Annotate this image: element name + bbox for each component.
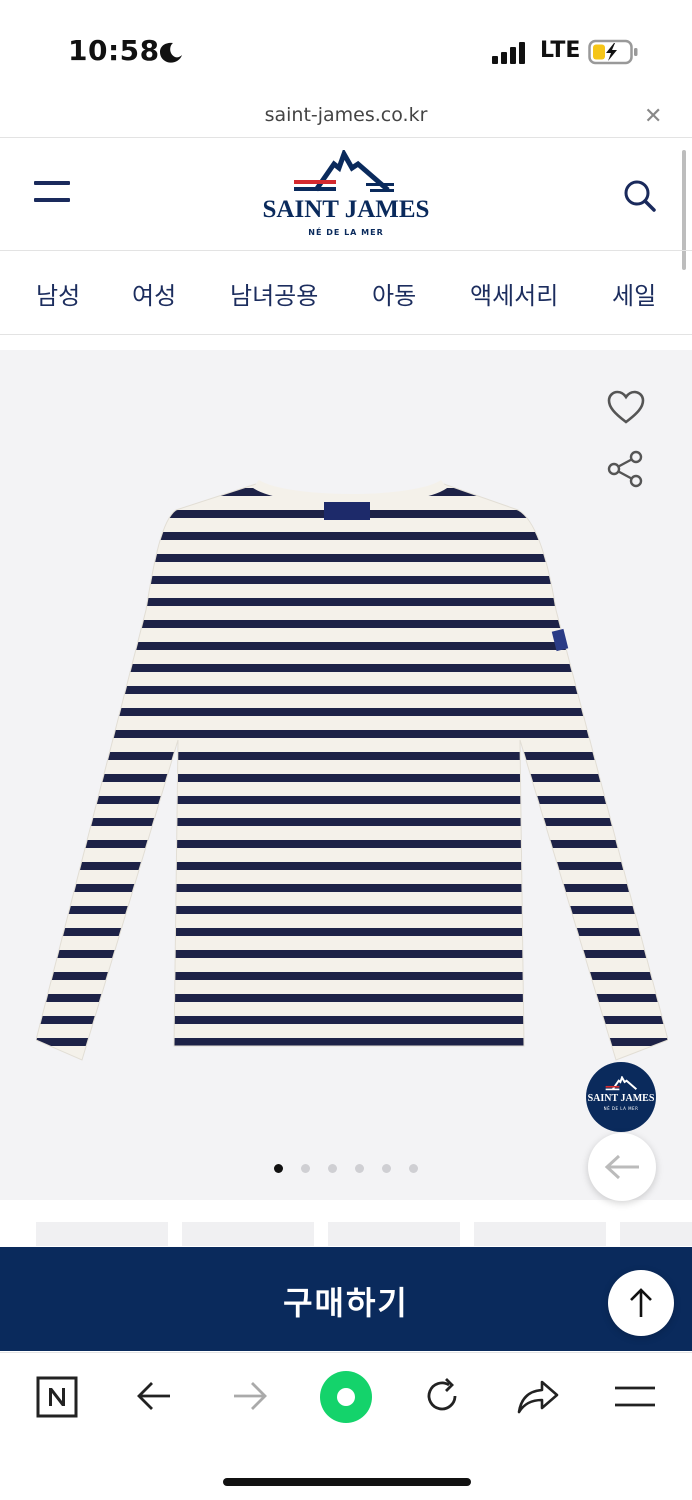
thumbnail[interactable] [36,1222,168,1246]
menu-lines-icon[interactable] [614,1384,656,1410]
status-time: 10:58 [68,34,160,67]
signal-icon [492,42,525,64]
image-carousel-dots[interactable] [0,1164,692,1173]
brand-tagline: NÉ DE LA MER [308,228,384,237]
scroll-top-button[interactable] [608,1270,674,1336]
floating-brand-name: SAINT JAMES [587,1093,655,1104]
logo-mountain-icon [294,150,394,192]
nav-sale[interactable]: 세일 [612,276,656,311]
thumbnail[interactable] [620,1222,692,1246]
divider [0,137,692,138]
green-dot-home-icon[interactable] [318,1369,374,1425]
back-arrow-icon[interactable] [136,1380,172,1412]
carousel-dot[interactable] [355,1164,364,1173]
floating-brand-button[interactable]: SAINT JAMES NÉ DE LA MER [586,1062,656,1132]
battery-charging-icon [588,39,638,65]
hamburger-menu-icon[interactable] [34,181,72,205]
thumbnail[interactable] [474,1222,606,1246]
home-indicator[interactable] [223,1478,471,1486]
close-icon[interactable]: ✕ [644,104,662,129]
forward-arrow-icon[interactable] [232,1380,268,1412]
buy-button-label: 구매하기 [283,1284,409,1322]
nav-men[interactable]: 남성 [36,276,80,311]
nav-women[interactable]: 여성 [132,276,176,311]
share-icon[interactable] [606,449,646,489]
brand-logo[interactable]: SAINT JAMES NÉ DE LA MER [258,150,434,240]
wishlist-heart-icon[interactable] [606,388,646,428]
divider [0,250,692,251]
moon-focus-icon [160,42,182,63]
divider [0,334,692,335]
naver-home-icon[interactable] [36,1376,78,1418]
logo-mountain-icon [605,1076,638,1091]
carousel-dot[interactable] [328,1164,337,1173]
scroll-indicator [682,150,686,270]
network-label: LTE [540,38,581,63]
floating-brand-tagline: NÉ DE LA MER [603,1106,639,1111]
search-icon[interactable] [620,176,660,216]
carousel-dot[interactable] [409,1164,418,1173]
brand-name: SAINT JAMES [262,196,430,223]
refresh-icon[interactable] [422,1376,462,1416]
share-arrow-icon[interactable] [516,1378,560,1416]
arrow-up-icon [630,1288,652,1317]
product-image-striped-shirt[interactable] [36,480,668,1065]
nav-kids[interactable]: 아동 [372,276,416,311]
nav-unisex[interactable]: 남녀공용 [230,276,318,311]
nav-accessories[interactable]: 액세서리 [470,276,558,311]
carousel-dot[interactable] [382,1164,391,1173]
thumbnail[interactable] [182,1222,314,1246]
url-display[interactable]: saint-james.co.kr [0,104,692,126]
carousel-dot[interactable] [301,1164,310,1173]
carousel-dot[interactable] [274,1164,283,1173]
thumbnail[interactable] [328,1222,460,1246]
